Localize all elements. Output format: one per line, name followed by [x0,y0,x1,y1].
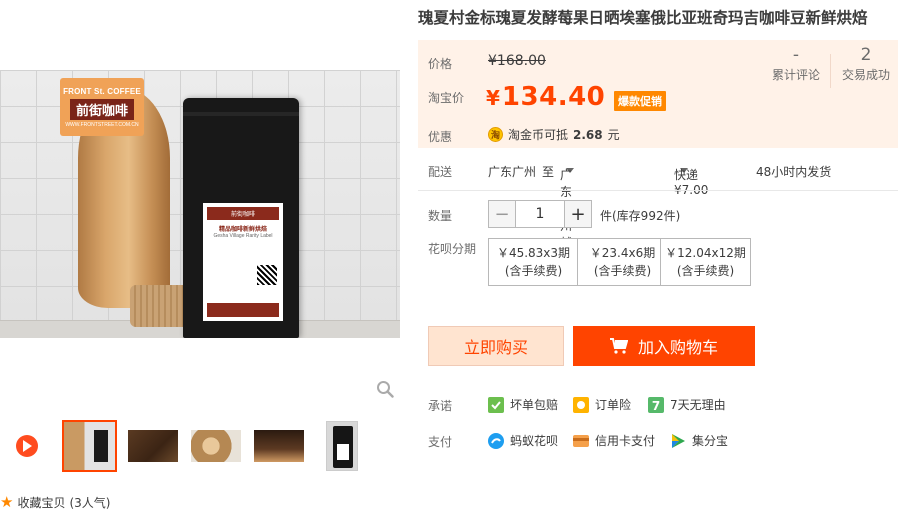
bag-label: 前街咖啡 精品咖啡新鲜烘焙 Gesha Village Rarity Label [203,203,283,321]
thumbnail-4[interactable] [254,430,304,462]
current-price: ¥ 134.40 [486,82,605,112]
main-product-image[interactable]: FRONT St. COFFEE 前街咖啡 WWW.FRONTSTREET.CO… [0,70,400,338]
quantity-stepper: − 1 + [488,200,592,228]
order-insurance-icon [573,396,589,413]
promise-item-label: 订单险 [595,398,632,412]
ship-to-select[interactable]: 广东广州越秀区 [560,163,574,284]
payment-label: 支付 [428,435,453,449]
promise-label: 承诺 [428,399,453,413]
section-divider [418,190,898,191]
shipping-label: 配送 [428,165,453,179]
shipping-row: 配送 广东广州 至 广东广州越秀区 快递 ¥7.00 48小时内发货 [418,160,898,284]
thumbnail-1[interactable] [62,420,117,472]
coin-discount: 淘 淘金币可抵 2.68 元 [488,126,620,143]
bag-label-name: 精品咖啡新鲜烘焙 [218,227,267,233]
deal-count-value: 2 [860,45,872,65]
wooden-base [130,285,188,327]
installment-label: 花呗分期 [428,242,477,256]
brand-card: FRONT St. COFFEE 前街咖啡 WWW.FRONTSTREET.CO… [60,78,144,136]
review-count-value: - [792,45,800,65]
ship-from: 广东广州 [488,165,537,179]
taojinbi-coin-icon: 淘 [488,127,503,142]
ship-method-value: 快递 ¥7.00 [674,168,709,197]
seven-day-return-icon: 7 [648,396,664,413]
coffee-bag: 前街咖啡 精品咖啡新鲜烘焙 Gesha Village Rarity Label [183,98,299,338]
stat-divider [830,54,831,88]
installment-note: (含手续费) [593,264,652,278]
stock-info: 件(库存992件) [600,209,681,223]
favorite-label: 收藏宝贝 [17,496,66,510]
bag-label-footer [207,303,279,317]
payment-item-credit-card[interactable]: 信用卡支付 [573,432,655,449]
review-count-label: 累计评论 [771,68,820,82]
thumbnail-5[interactable] [326,421,358,471]
play-icon [23,440,32,452]
price-panel: 价格 ¥168.00 淘宝价 ¥ 134.40 爆款促销 - 累计评论 2 交易… [418,40,898,148]
huabei-icon [488,432,504,449]
add-to-cart-button[interactable]: 加入购物车 [573,326,755,366]
promise-item-label: 坏单包赔 [510,398,559,412]
play-video-button[interactable] [16,435,38,457]
installment-note: (含手续费) [676,264,735,278]
brand-card-chinese: 前街咖啡 [69,98,134,120]
svg-text:7: 7 [652,399,660,413]
buy-now-button[interactable]: 立即购买 [428,326,564,366]
review-count[interactable]: - 累计评论 [768,44,824,83]
zoom-icon[interactable] [376,380,394,398]
qr-code [257,265,277,285]
installment-amount: ￥12.04x12期 [665,246,746,260]
thumbnail-2[interactable] [128,430,178,462]
installment-option-3[interactable]: ￥45.83x3期 (含手续费) [488,238,579,286]
cart-icon [609,338,628,354]
coin-text-prefix: 淘金币可抵 [508,128,569,142]
discount-label: 优惠 [428,130,453,144]
quantity-input[interactable]: 1 [516,200,564,228]
promise-item-return[interactable]: 7 7天无理由 [648,396,726,413]
product-title: 瑰夏村金标瑰夏发酵莓果日晒埃塞俄比亚班奇玛吉咖啡豆新鲜烘焙 [418,9,868,27]
quantity-decrease-button[interactable]: − [488,200,516,228]
coin-amount: 2.68 [573,127,603,142]
currency-symbol: ¥ [486,86,500,110]
original-price: ¥168.00 [488,53,546,69]
payment-item-label: 集分宝 [692,434,729,448]
promise-item-insurance[interactable]: 订单险 [573,396,631,413]
thumbnail-3[interactable] [191,430,241,462]
quantity-label: 数量 [428,209,453,223]
payment-item-jifenbao[interactable]: 集分宝 [670,432,728,449]
deal-count-label: 交易成功 [841,68,890,82]
add-to-cart-label: 加入购物车 [637,338,718,357]
bag-label-brand: 前街咖啡 [207,207,279,220]
promise-item-damage[interactable]: 坏单包赔 [488,396,558,413]
favorite-popularity: (3人气) [69,496,111,510]
price-label: 价格 [428,57,453,71]
taobao-price-label: 淘宝价 [428,91,465,105]
credit-card-icon [573,434,589,447]
damage-guarantee-icon [488,396,504,413]
promise-item-label: 7天无理由 [670,398,726,412]
payment-item-label: 蚂蚁花呗 [510,434,559,448]
installment-amount: ￥45.83x3期 [496,246,571,260]
coin-text-suffix: 元 [607,128,620,142]
jifenbao-icon [672,433,685,448]
payment-item-label: 信用卡支付 [595,434,656,448]
installment-option-12[interactable]: ￥12.04x12期 (含手续费) [660,238,751,286]
promo-badge: 爆款促销 [614,91,666,111]
deal-count[interactable]: 2 交易成功 [836,44,896,83]
payment-item-huabei[interactable]: 蚂蚁花呗 [488,432,558,449]
current-price-value: 134.40 [501,82,606,112]
dispatch-time: 48小时内发货 [756,165,832,179]
favorite-link[interactable]: ★ 收藏宝贝 (3人气) [0,494,110,511]
quantity-increase-button[interactable]: + [564,200,592,228]
installment-note: (含手续费) [504,264,563,278]
bag-label-subtitle: Gesha Village Rarity Label [213,233,273,239]
installment-option-6[interactable]: ￥23.4x6期 (含手续费) [577,238,668,286]
ship-to-word: 至 [542,165,555,179]
brand-card-english: FRONT St. COFFEE [63,86,141,96]
ship-method-select[interactable]: 快递 ¥7.00 [674,163,708,197]
brand-card-url: WWW.FRONTSTREET.COM.CN [65,121,139,128]
star-icon: ★ [0,493,14,511]
installment-amount: ￥23.4x6期 [589,246,656,260]
